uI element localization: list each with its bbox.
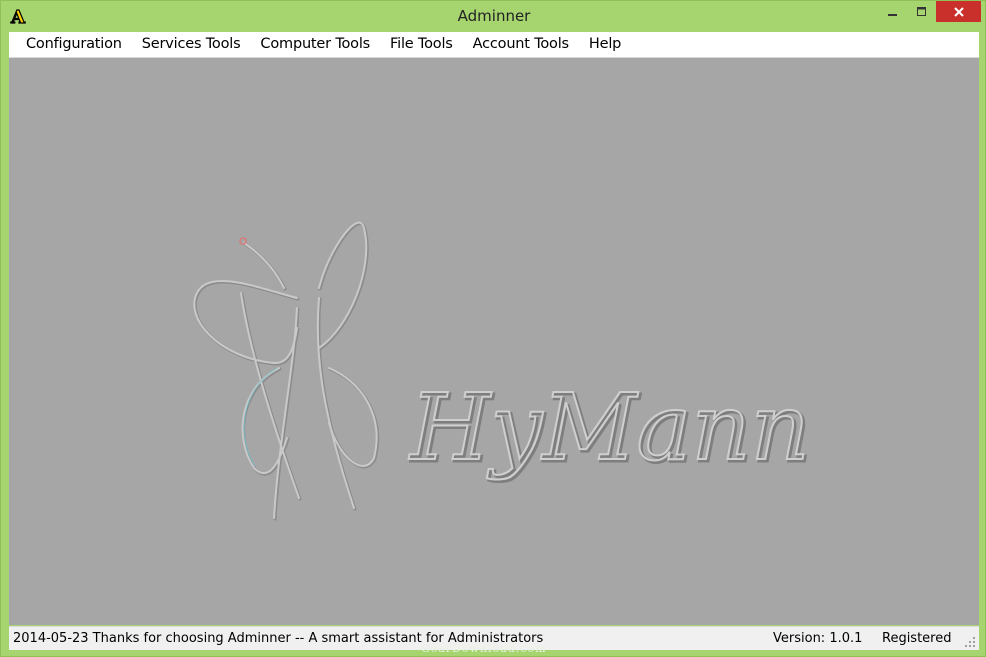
window-title: Adminner: [457, 7, 531, 25]
menu-services-tools[interactable]: Services Tools: [132, 32, 251, 57]
logo-text: HyMann: [408, 374, 810, 481]
watermark: GearDownload.com: [421, 642, 547, 655]
main-client-area: HyMann HyMann: [9, 58, 979, 625]
app-window: A Adminner Configuration Services Tools …: [0, 0, 986, 657]
menu-account-tools[interactable]: Account Tools: [463, 32, 579, 57]
menu-computer-tools[interactable]: Computer Tools: [250, 32, 380, 57]
resize-grip-icon[interactable]: [964, 636, 976, 648]
menu-configuration[interactable]: Configuration: [16, 32, 132, 57]
maximize-button[interactable]: [908, 1, 936, 22]
butterfly-icon: [193, 221, 380, 521]
status-version: Version: 1.0.1: [773, 631, 863, 646]
status-registration: Registered: [882, 631, 952, 646]
hymann-logo: HyMann HyMann: [193, 221, 813, 521]
title-bar[interactable]: A Adminner: [1, 1, 986, 31]
maximize-icon: [917, 6, 926, 16]
close-button[interactable]: [936, 1, 981, 22]
menu-bar: Configuration Services Tools Computer To…: [9, 32, 979, 58]
minimize-button[interactable]: [878, 1, 908, 22]
close-icon: [953, 6, 964, 17]
menu-file-tools[interactable]: File Tools: [380, 32, 463, 57]
menu-help[interactable]: Help: [579, 32, 631, 57]
minimize-icon: [888, 13, 897, 16]
